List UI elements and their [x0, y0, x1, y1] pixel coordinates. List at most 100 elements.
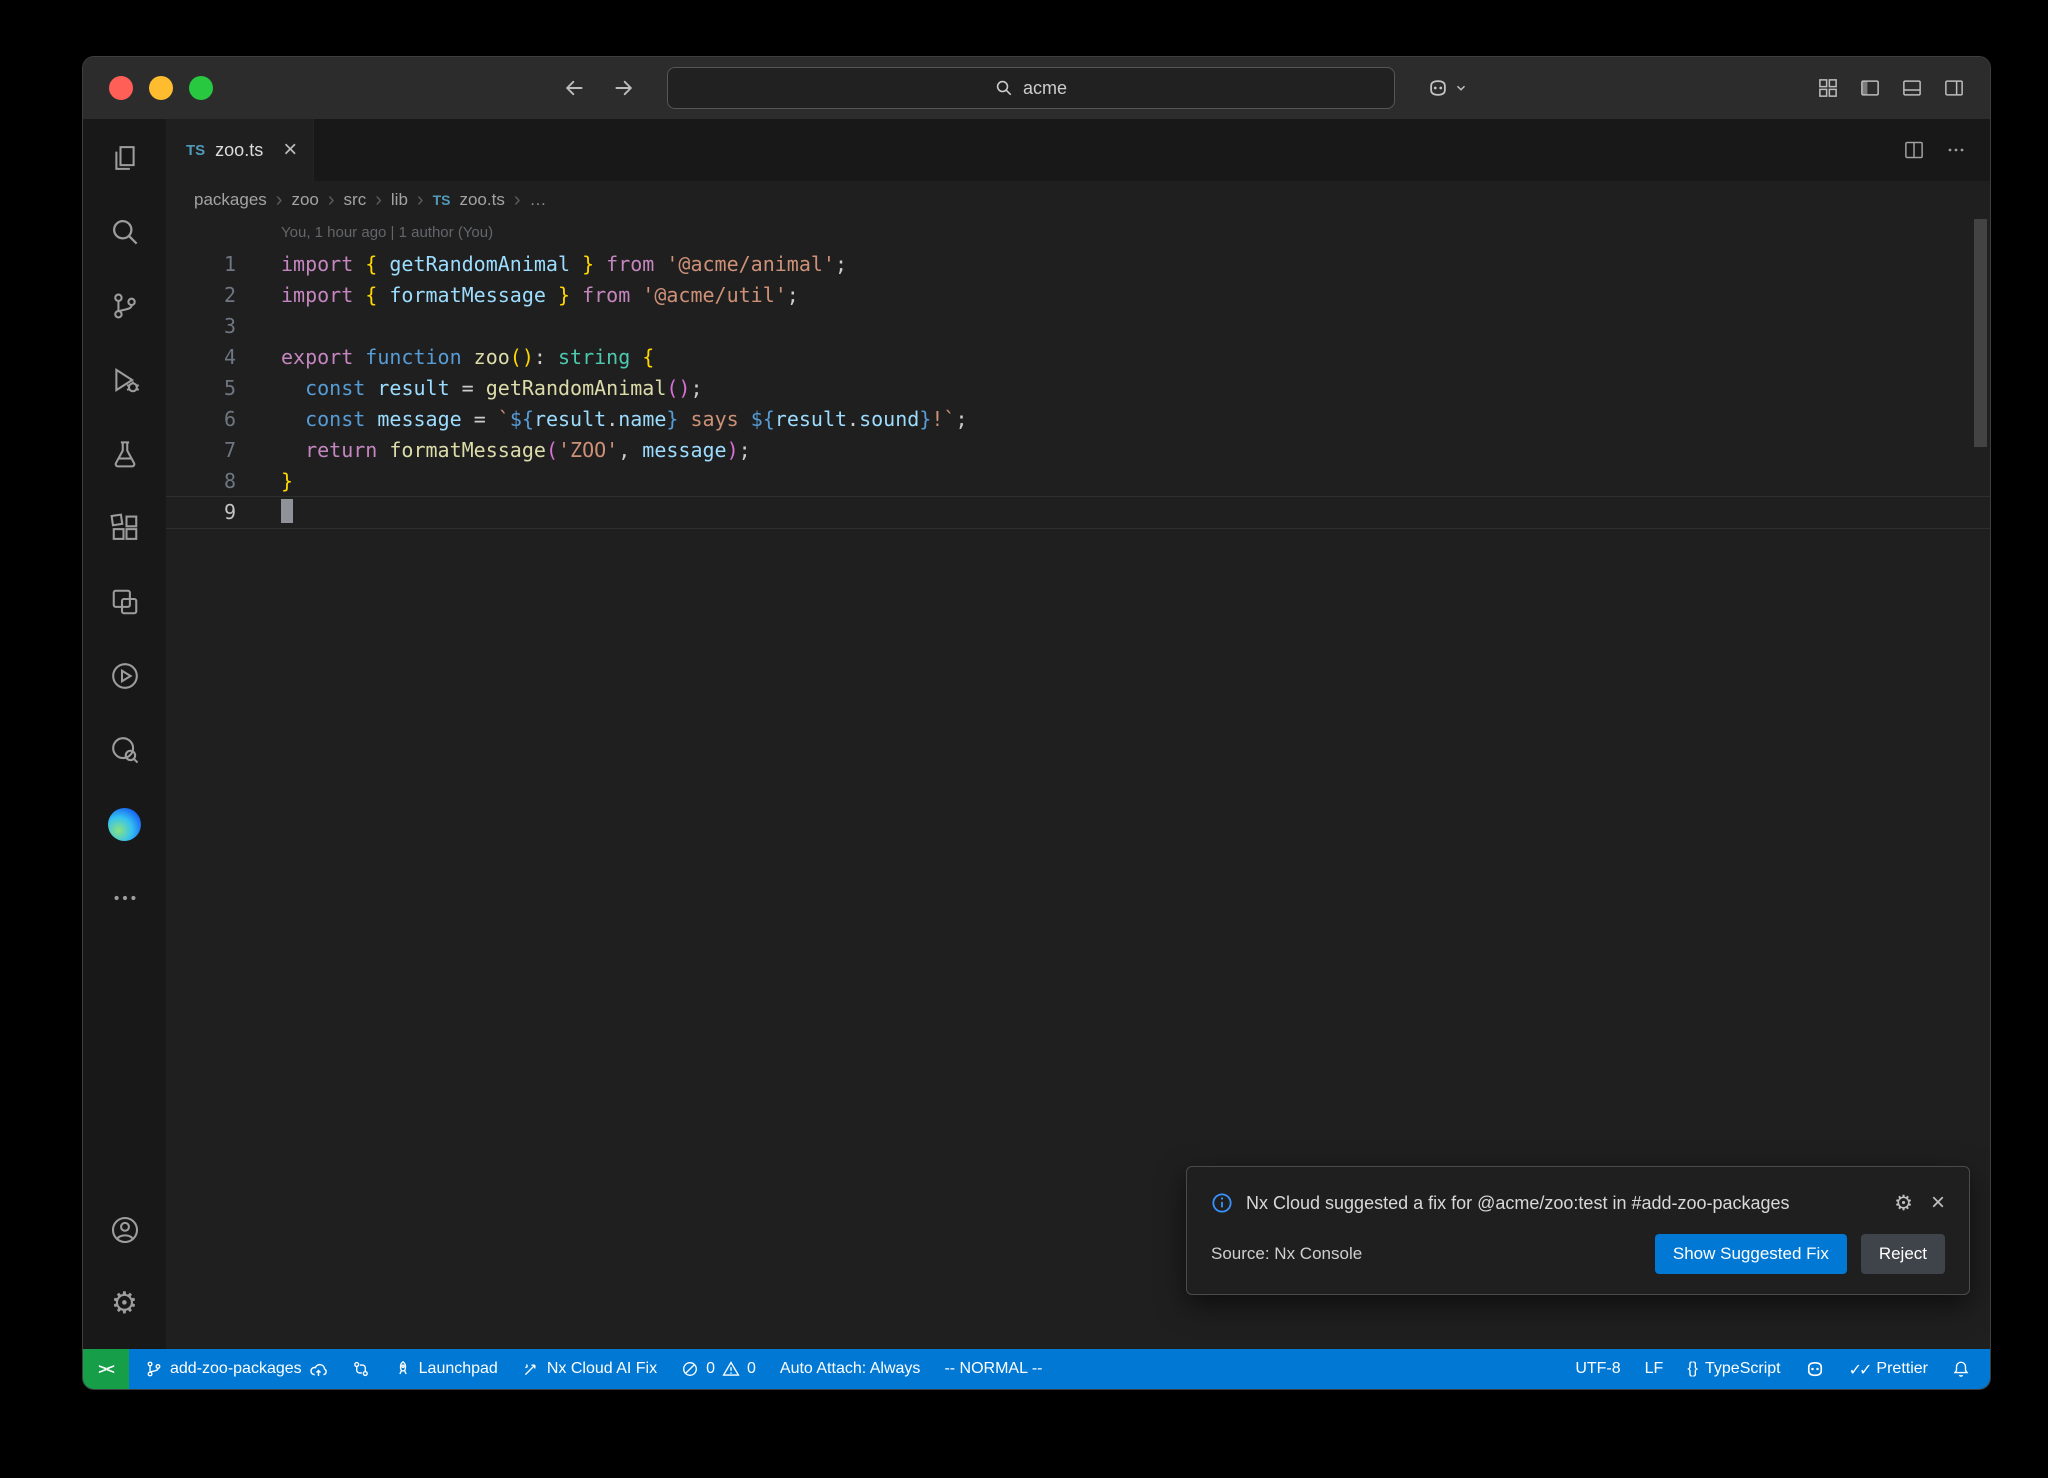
gitlens-codelens[interactable]: You, 1 hour ago | 1 author (You) — [166, 219, 1990, 249]
code-inspect-icon[interactable] — [83, 713, 166, 787]
line-content — [236, 497, 293, 528]
code-line[interactable]: 1import { getRandomAnimal } from '@acme/… — [166, 249, 1990, 280]
run-debug-icon[interactable] — [83, 343, 166, 417]
extensions-icon[interactable] — [83, 491, 166, 565]
line-content: const message = `${result.name} says ${r… — [236, 404, 968, 435]
toast-settings-icon[interactable]: ⚙ — [1894, 1193, 1913, 1214]
toast-buttons: Show Suggested Fix Reject — [1655, 1234, 1945, 1274]
show-suggested-fix-button[interactable]: Show Suggested Fix — [1655, 1234, 1847, 1274]
code-line[interactable]: 8} — [166, 466, 1990, 497]
copilot-menu[interactable] — [1427, 77, 1468, 99]
nx-cloud-ai-fix-label: Nx Cloud AI Fix — [547, 1360, 657, 1378]
vim-mode-status[interactable]: -- NORMAL -- — [932, 1349, 1054, 1389]
settings-gear-icon[interactable]: ⚙ — [83, 1267, 166, 1341]
code-line[interactable]: 7 return formatMessage('ZOO', message); — [166, 435, 1990, 466]
breadcrumb-item[interactable]: zoo — [291, 190, 318, 210]
eol-status[interactable]: LF — [1633, 1349, 1676, 1389]
code-line[interactable]: 6 const message = `${result.name} says $… — [166, 404, 1990, 435]
breadcrumb-separator: › — [514, 189, 521, 212]
double-check-icon: ✓✓ — [1849, 1360, 1870, 1379]
breadcrumb-separator: › — [375, 189, 382, 212]
language-label: TypeScript — [1705, 1360, 1781, 1378]
line-content — [236, 311, 281, 342]
formatter-label: Prettier — [1876, 1360, 1928, 1378]
code-lines: 1import { getRandomAnimal } from '@acme/… — [166, 249, 1990, 529]
search-sidebar-icon[interactable] — [83, 195, 166, 269]
split-editor-icon[interactable] — [1904, 140, 1924, 160]
info-icon — [1211, 1189, 1233, 1214]
breadcrumb-item[interactable]: src — [344, 190, 367, 210]
remote-indicator[interactable]: >< — [83, 1349, 129, 1389]
play-circle-icon[interactable] — [83, 639, 166, 713]
errors-count: 0 — [706, 1360, 715, 1378]
source-control-icon[interactable] — [83, 269, 166, 343]
toggle-primary-sidebar-icon[interactable] — [1860, 78, 1880, 98]
toast-actions: ⚙ × — [1894, 1189, 1945, 1215]
testing-icon[interactable] — [83, 417, 166, 491]
toggle-secondary-sidebar-icon[interactable] — [1944, 78, 1964, 98]
block-cursor — [281, 499, 293, 523]
explorer-icon[interactable] — [83, 121, 166, 195]
launchpad-icon — [394, 1360, 412, 1378]
customize-layout-icon[interactable] — [1818, 78, 1838, 98]
more-views-icon[interactable] — [83, 861, 166, 935]
toast-header: Nx Cloud suggested a fix for @acme/zoo:t… — [1211, 1189, 1945, 1218]
breadcrumb-overflow[interactable]: … — [530, 190, 547, 210]
minimize-window-button[interactable] — [149, 76, 173, 100]
branch-indicator[interactable]: add-zoo-packages — [129, 1349, 340, 1389]
language-mode-status[interactable]: {} TypeScript — [1675, 1349, 1792, 1389]
breadcrumb-file[interactable]: zoo.ts — [459, 190, 504, 210]
edge-browser-icon[interactable] — [83, 787, 166, 861]
zoom-window-button[interactable] — [189, 76, 213, 100]
copilot-status[interactable] — [1793, 1349, 1837, 1389]
toast-close-icon[interactable]: × — [1931, 1191, 1945, 1215]
back-icon[interactable] — [563, 77, 585, 99]
breadcrumb-item[interactable]: lib — [391, 190, 408, 210]
code-line[interactable]: 2import { formatMessage } from '@acme/ut… — [166, 280, 1990, 311]
remote-explorer-icon[interactable] — [83, 565, 166, 639]
code-line[interactable]: 9 — [166, 496, 1990, 529]
toggle-panel-icon[interactable] — [1902, 78, 1922, 98]
formatter-status[interactable]: ✓✓ Prettier — [1837, 1349, 1940, 1389]
toast-message: Nx Cloud suggested a fix for @acme/zoo:t… — [1246, 1189, 1881, 1218]
eol-label: LF — [1645, 1360, 1664, 1378]
code-line[interactable]: 4export function zoo(): string { — [166, 342, 1990, 373]
tab-label: zoo.ts — [215, 140, 263, 161]
search-value: acme — [1023, 78, 1067, 99]
vscode-window: acme — [82, 56, 1991, 1390]
warnings-count: 0 — [747, 1360, 756, 1378]
code-line[interactable]: 3 — [166, 311, 1990, 342]
forward-icon[interactable] — [613, 77, 635, 99]
reject-button[interactable]: Reject — [1861, 1234, 1945, 1274]
more-actions-icon[interactable] — [1946, 140, 1966, 160]
code-line[interactable]: 5 const result = getRandomAnimal(); — [166, 373, 1990, 404]
auto-attach-status[interactable]: Auto Attach: Always — [768, 1349, 933, 1389]
launchpad-status[interactable]: Launchpad — [382, 1349, 510, 1389]
line-content: export function zoo(): string { — [236, 342, 654, 373]
line-number: 6 — [166, 404, 236, 435]
main-area: ⚙ TS zoo.ts × — [83, 119, 1990, 1349]
breadcrumb: packages › zoo › src › lib › TS zoo.ts ›… — [166, 181, 1990, 219]
close-window-button[interactable] — [109, 76, 133, 100]
encoding-status[interactable]: UTF-8 — [1563, 1349, 1632, 1389]
tab-close-icon[interactable]: × — [283, 138, 297, 162]
command-center-search[interactable]: acme — [667, 67, 1395, 109]
title-bar: acme — [83, 57, 1990, 119]
breadcrumb-item[interactable]: packages — [194, 190, 267, 210]
gear-glyph: ⚙ — [111, 1289, 138, 1319]
nx-console-status[interactable] — [340, 1349, 382, 1389]
copilot-icon — [1805, 1359, 1825, 1379]
chevron-down-icon — [1454, 81, 1468, 95]
line-number: 4 — [166, 342, 236, 373]
editor-scrollbar[interactable] — [1974, 219, 1987, 447]
status-bar-right: UTF-8 LF {} TypeScript ✓✓ Prettier — [1563, 1349, 1990, 1389]
nx-cloud-ai-fix-status[interactable]: Nx Cloud AI Fix — [510, 1349, 669, 1389]
tab-zoo-ts[interactable]: TS zoo.ts × — [166, 119, 314, 181]
search-icon — [995, 79, 1013, 97]
problems-status[interactable]: 0 0 — [669, 1349, 768, 1389]
tab-bar: TS zoo.ts × — [166, 119, 1990, 181]
line-number: 7 — [166, 435, 236, 466]
notifications-status[interactable] — [1940, 1349, 1982, 1389]
line-content: const result = getRandomAnimal(); — [236, 373, 703, 404]
account-icon[interactable] — [83, 1193, 166, 1267]
